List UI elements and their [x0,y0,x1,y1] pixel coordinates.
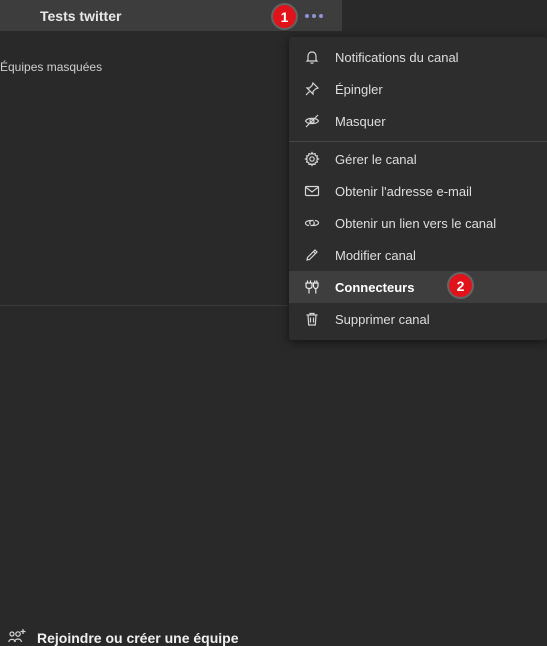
trash-icon [303,310,321,328]
menu-item-manage[interactable]: Gérer le canal [289,143,547,175]
menu-item-label: Masquer [335,113,386,129]
hidden-teams-label[interactable]: Équipes masquées [0,60,102,74]
pencil-icon [303,246,321,264]
menu-item-label: Obtenir un lien vers le canal [335,215,497,231]
menu-item-label: Connecteurs [335,279,415,295]
menu-item-label: Obtenir l'adresse e-mail [335,183,472,199]
more-options-icon[interactable] [303,9,325,23]
mail-icon [303,182,321,200]
annotation-badge-2: 2 [449,274,472,297]
menu-item-notifications[interactable]: Notifications du canal [289,41,547,73]
menu-item-hide[interactable]: Masquer [289,105,547,137]
menu-item-email[interactable]: Obtenir l'adresse e-mail [289,175,547,207]
menu-item-connectors[interactable]: Connecteurs [289,271,547,303]
menu-item-link[interactable]: Obtenir un lien vers le canal [289,207,547,239]
join-team-icon [8,628,26,644]
annotation-badge-1: 1 [273,5,296,28]
menu-item-label: Modifier canal [335,247,416,263]
pin-icon [303,80,321,98]
menu-item-label: Supprimer canal [335,311,430,327]
join-team-label: Rejoindre ou créer une équipe [37,630,239,646]
menu-item-label: Épingler [335,81,383,97]
menu-item-edit[interactable]: Modifier canal [289,239,547,271]
channel-context-menu: Notifications du canal Épingler Masquer [289,37,547,340]
link-icon [303,214,321,232]
connectors-icon [303,278,321,296]
menu-separator [289,141,547,142]
menu-item-pin[interactable]: Épingler [289,73,547,105]
menu-item-label: Notifications du canal [335,49,459,65]
gear-icon [303,150,321,168]
bell-icon [303,48,321,66]
eye-off-icon [303,112,321,130]
channel-name[interactable]: Tests twitter [40,8,121,24]
menu-item-label: Gérer le canal [335,151,417,167]
menu-item-delete[interactable]: Supprimer canal [289,303,547,335]
